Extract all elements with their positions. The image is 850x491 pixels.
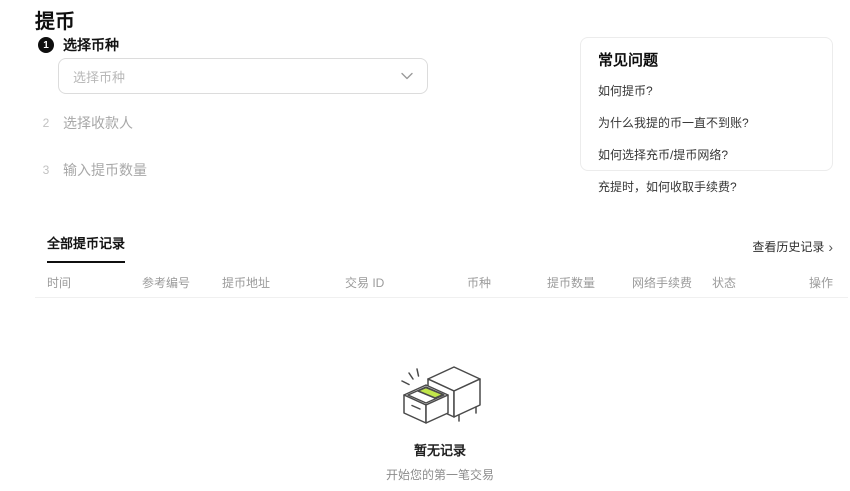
- step-1-label: 选择币种: [63, 35, 119, 55]
- col-coin: 币种: [467, 274, 547, 291]
- step-2: 2 选择收款人: [38, 113, 133, 133]
- col-reference-id: 参考编号: [142, 274, 222, 291]
- step-2-badge: 2: [38, 116, 54, 130]
- empty-state-subtitle: 开始您的第一笔交易: [47, 466, 833, 483]
- faq-item-not-arrived[interactable]: 为什么我提的币一直不到账?: [598, 114, 815, 131]
- col-withdraw-address: 提币地址: [222, 274, 345, 291]
- empty-drawer-box-illustration: [398, 360, 482, 432]
- step-3-label: 输入提币数量: [63, 160, 147, 180]
- step-1: 1 选择币种: [38, 35, 119, 55]
- view-history-link[interactable]: 查看历史记录 ›: [752, 238, 833, 255]
- currency-select[interactable]: 选择币种: [58, 58, 428, 94]
- col-action: 操作: [808, 274, 833, 291]
- faq-title: 常见问题: [598, 49, 815, 70]
- chevron-right-icon: ›: [828, 240, 833, 254]
- table-header-divider: [35, 297, 848, 298]
- step-3-badge: 3: [38, 163, 54, 177]
- faq-item-fees[interactable]: 充提时，如何收取手续费?: [598, 178, 815, 195]
- step-2-label: 选择收款人: [63, 113, 133, 133]
- col-time: 时间: [47, 274, 142, 291]
- faq-item-choose-network[interactable]: 如何选择充币/提币网络?: [598, 146, 815, 163]
- faq-panel: 常见问题 如何提币? 为什么我提的币一直不到账? 如何选择充币/提币网络? 充提…: [580, 37, 833, 171]
- faq-item-how-to-withdraw[interactable]: 如何提币?: [598, 82, 815, 99]
- col-tx-id: 交易 ID: [345, 274, 467, 291]
- currency-select-placeholder: 选择币种: [73, 67, 401, 86]
- step-1-badge: 1: [38, 37, 54, 53]
- empty-state: 暂无记录 开始您的第一笔交易: [47, 360, 833, 483]
- view-history-label: 查看历史记录: [752, 238, 824, 255]
- empty-state-title: 暂无记录: [47, 440, 833, 459]
- col-status: 状态: [712, 274, 808, 291]
- col-network-fee: 网络手续费: [632, 274, 712, 291]
- col-amount: 提币数量: [547, 274, 632, 291]
- step-3: 3 输入提币数量: [38, 160, 147, 180]
- records-table-header: 时间 参考编号 提币地址 交易 ID 币种 提币数量 网络手续费 状态 操作: [47, 274, 833, 291]
- page-title: 提币: [35, 5, 75, 34]
- tab-all-withdrawal-records[interactable]: 全部提币记录: [47, 233, 125, 263]
- chevron-down-icon: [401, 72, 413, 80]
